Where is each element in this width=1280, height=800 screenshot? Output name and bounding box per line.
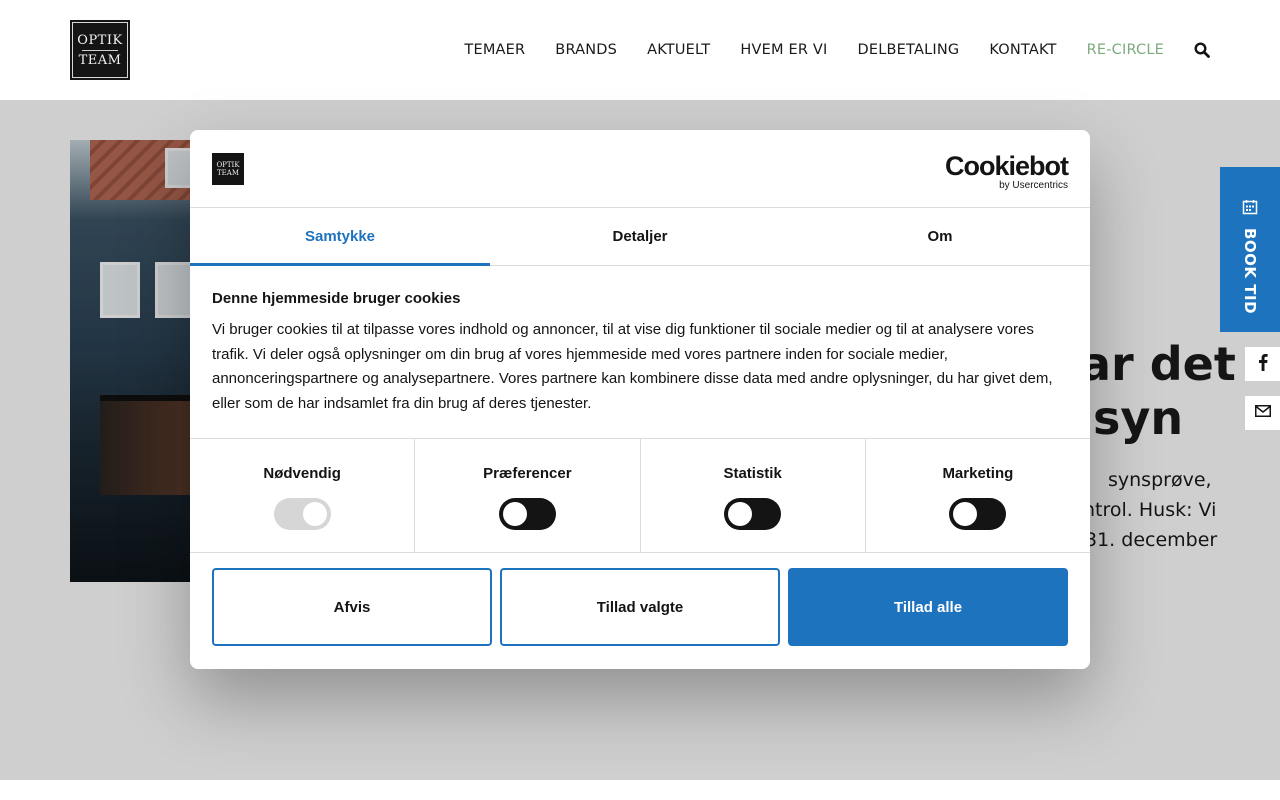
toggle-label-marketing: Marketing — [942, 465, 1014, 482]
cookiebot-name: Cookiebot — [945, 151, 1069, 181]
toggle-label-necessary: Nødvendig — [263, 465, 341, 482]
page-footer-strip — [0, 780, 1280, 800]
toggle-group-preferences: Præferencer — [415, 439, 641, 552]
dialog-title: Denne hjemmeside bruger cookies — [212, 290, 461, 307]
toggle-group-necessary: Nødvendig — [190, 439, 416, 552]
marketing-toggle[interactable] — [949, 498, 1007, 530]
preferences-toggle[interactable] — [498, 498, 556, 530]
tab-samtykke[interactable]: Samtykke — [190, 208, 490, 266]
book-appointment-button[interactable]: BOOK TID — [1220, 167, 1280, 332]
dialog-logo-line2: TEAM — [216, 169, 239, 177]
dialog-header: OPTIK TEAM Cookiebot by Usercentrics — [190, 130, 1090, 208]
search-icon[interactable] — [1194, 42, 1210, 58]
nav-item-brands[interactable]: BRANDS — [555, 42, 617, 58]
toggle-label-statistics: Statistik — [723, 465, 782, 482]
cookiebot-logo[interactable]: Cookiebot by Usercentrics — [945, 151, 1069, 192]
nav-item-delbetaling[interactable]: DELBETALING — [858, 42, 960, 58]
toggle-label-preferences: Præferencer — [483, 465, 572, 482]
book-label: BOOK TID — [1241, 228, 1259, 315]
allow-selected-button[interactable]: Tillad valgte — [500, 568, 780, 646]
nav-item-kontakt[interactable]: KONTAKT — [989, 42, 1056, 58]
necessary-toggle — [273, 498, 331, 530]
tab-om[interactable]: Om — [790, 208, 1090, 265]
dialog-buttons: Afvis Tillad valgte Tillad alle — [212, 568, 1068, 646]
dialog-logo-line1: OPTIK — [216, 161, 240, 169]
dialog-description: Vi bruger cookies til at tilpasse vores … — [212, 321, 1053, 412]
site-header: OPTIK TEAM TEMAER BRANDS AKTUELT HVEM ER… — [0, 0, 1280, 100]
dialog-site-logo: OPTIK TEAM — [212, 153, 244, 185]
reject-button[interactable]: Afvis — [212, 568, 492, 646]
cookiebot-subtitle: by Usercentrics — [999, 180, 1068, 191]
logo-line1: OPTIK — [77, 32, 123, 48]
logo-frame: OPTIK TEAM — [72, 22, 128, 78]
statistics-toggle[interactable] — [724, 498, 782, 530]
mail-icon — [1254, 404, 1271, 422]
consent-toggles: Nødvendig Præferencer Statistik Marketin… — [190, 438, 1090, 553]
mail-button[interactable] — [1245, 396, 1280, 430]
tab-detaljer[interactable]: Detaljer — [490, 208, 790, 265]
calendar-icon — [1242, 199, 1258, 220]
logo-rule — [82, 49, 118, 51]
facebook-button[interactable] — [1245, 347, 1280, 381]
dialog-tabs: Samtykke Detaljer Om — [190, 208, 1090, 266]
site-logo[interactable]: OPTIK TEAM — [70, 20, 130, 80]
toggle-group-marketing: Marketing — [866, 439, 1090, 552]
nav-item-re-circle[interactable]: RE-CIRCLE — [1087, 42, 1164, 58]
nav-item-hvem-er-vi[interactable]: HVEM ER VI — [740, 42, 827, 58]
toggle-group-statistics: Statistik — [641, 439, 866, 552]
cookie-consent-dialog: OPTIK TEAM Cookiebot by Usercentrics Sam… — [190, 130, 1090, 669]
nav-item-aktuelt[interactable]: AKTUELT — [647, 42, 710, 58]
allow-all-button[interactable]: Tillad alle — [788, 568, 1068, 646]
logo-line2: TEAM — [78, 52, 122, 68]
facebook-icon — [1258, 353, 1268, 376]
nav-item-temaer[interactable]: TEMAER — [464, 42, 525, 58]
main-nav: TEMAER BRANDS AKTUELT HVEM ER VI DELBETA… — [464, 0, 1210, 100]
